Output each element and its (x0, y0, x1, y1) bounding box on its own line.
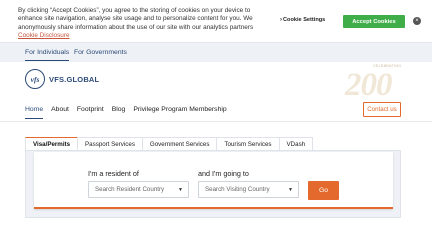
visiting-country-select[interactable]: Search Visiting Country ▼ (198, 181, 299, 198)
vfs-logo[interactable]: vfs VFS.GLOBAL (25, 69, 99, 89)
chevron-right-icon: › (280, 17, 282, 23)
nav-footprint[interactable]: Footprint (77, 106, 104, 119)
nav-home[interactable]: Home (25, 106, 44, 119)
resident-label: I'm a resident of (88, 169, 139, 178)
accept-cookies-button[interactable]: Accept Cookies (343, 15, 405, 28)
accept-cookies-label: Accept Cookies (352, 18, 396, 25)
cookie-message: By clicking “Accept Cookies”, you agree … (18, 7, 254, 31)
anniversary-number: 200 (345, 67, 392, 103)
close-icon[interactable]: × (413, 17, 421, 25)
for-individuals-link[interactable]: For Individuals (25, 49, 70, 61)
nav-about[interactable]: About (51, 106, 69, 119)
chevron-down-icon: ▼ (178, 187, 183, 193)
cookie-text: By clicking “Accept Cookies”, you agree … (18, 7, 273, 41)
visiting-country-placeholder: Search Visiting Country (205, 186, 270, 193)
go-button[interactable]: Go (308, 181, 339, 200)
cookie-settings-button[interactable]: ›Cookie Settings (280, 17, 325, 23)
tab-government-services[interactable]: Government Services (141, 137, 218, 150)
contact-us-label: Contact us (367, 106, 397, 113)
anniversary-graphic: CELEBRATING 200 (345, 64, 425, 104)
audience-bar: For Individuals For Governments (0, 42, 432, 62)
nav-blog[interactable]: Blog (112, 106, 126, 119)
nav-divider (0, 121, 432, 122)
resident-country-select[interactable]: Search Resident Country ▼ (88, 181, 189, 198)
go-label: Go (318, 187, 329, 194)
tab-visa-permits[interactable]: Visa/Permits (25, 137, 79, 150)
main-nav: Home About Footprint Blog Privilege Prog… (25, 106, 235, 119)
tab-vdash[interactable]: VDash (278, 137, 314, 150)
cookie-banner: By clicking “Accept Cookies”, you agree … (0, 0, 432, 42)
contact-us-button[interactable]: Contact us (363, 102, 401, 117)
chevron-down-icon: ▼ (288, 187, 293, 193)
service-tabs: Visa/Permits Passport Services Governmen… (25, 137, 314, 150)
resident-country-placeholder: Search Resident Country (95, 186, 165, 193)
going-label: and I'm going to (198, 169, 249, 178)
logo-text: VFS.GLOBAL (49, 74, 100, 84)
tab-tourism-services[interactable]: Tourism Services (216, 137, 280, 150)
tab-passport-services[interactable]: Passport Services (77, 137, 143, 150)
nav-privilege-program[interactable]: Privilege Program Membership (133, 106, 226, 119)
cookie-settings-label: Cookie Settings (283, 17, 326, 23)
logo-mark: vfs (25, 69, 45, 89)
for-governments-link[interactable]: For Governments (74, 49, 127, 56)
cookie-disclosure-link[interactable]: Cookie Disclosure (18, 32, 70, 39)
